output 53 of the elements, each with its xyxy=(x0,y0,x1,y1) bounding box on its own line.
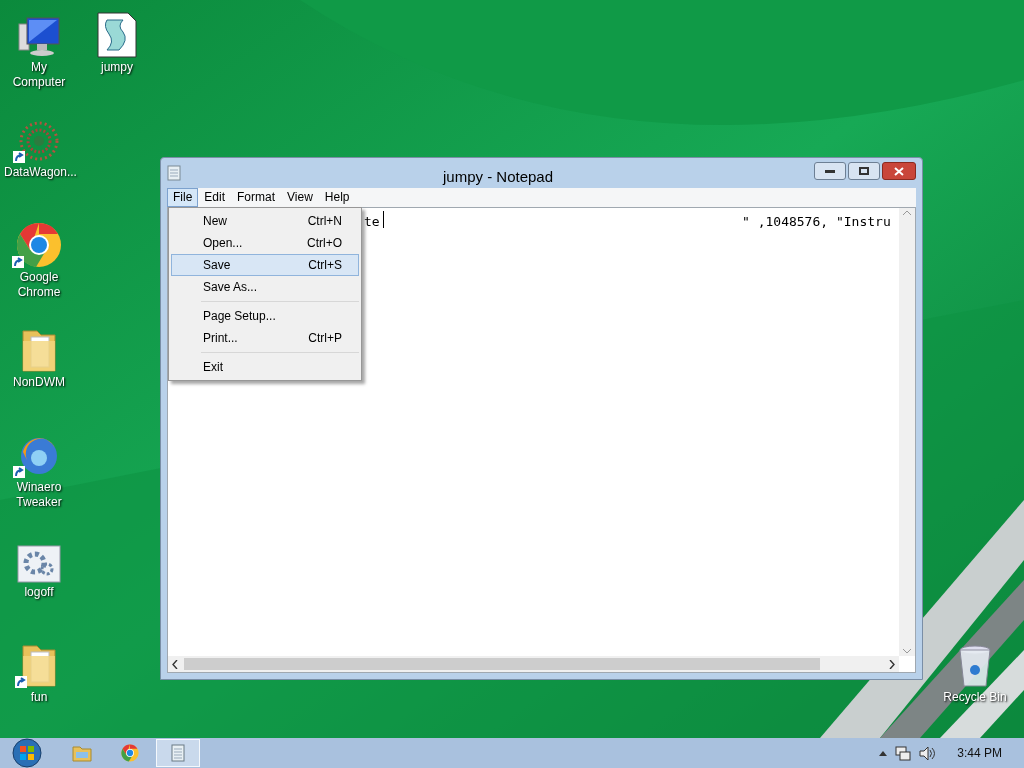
taskbar-button[interactable] xyxy=(156,739,200,767)
icon-label[interactable]: My Computer xyxy=(4,60,74,90)
window-title: jumpy - Notepad xyxy=(443,167,554,187)
icon-label[interactable]: Google Chrome xyxy=(4,270,74,300)
folder-icon xyxy=(19,642,59,688)
menu-item[interactable]: Save Ctrl+S xyxy=(171,254,359,276)
scroll-right-icon[interactable] xyxy=(889,659,895,669)
notepad-icon[interactable] xyxy=(171,744,185,762)
speaker-icon[interactable] xyxy=(919,745,936,761)
recycle-bin-icon xyxy=(957,644,993,688)
menu-item[interactable]: Page Setup... xyxy=(171,305,359,327)
menu-item[interactable]: Open... Ctrl+O xyxy=(171,232,359,254)
scroll-left-icon[interactable] xyxy=(172,659,178,669)
menu-bar-item[interactable]: Help xyxy=(318,188,356,207)
minimize-button[interactable] xyxy=(814,162,846,180)
vertical-scrollbar[interactable] xyxy=(899,208,915,656)
menu-bar-item[interactable]: File xyxy=(167,188,199,207)
icon-label[interactable]: fun xyxy=(4,690,74,705)
icon-label[interactable]: jumpy xyxy=(82,60,152,75)
chrome-icon[interactable] xyxy=(121,744,139,762)
menu-bar-item[interactable]: Format xyxy=(231,188,282,207)
icon-label[interactable]: Winaero Tweaker xyxy=(4,480,74,510)
maximize-icon xyxy=(859,167,869,175)
script-file-icon xyxy=(97,12,137,58)
gear-icon xyxy=(17,545,61,583)
icon-label[interactable]: DataWagon... xyxy=(4,165,74,180)
maximize-button[interactable] xyxy=(848,162,880,180)
scroll-up-icon[interactable] xyxy=(903,210,911,215)
text-line: " ,1048576, "Instru xyxy=(742,213,891,231)
notepad-icon xyxy=(167,165,181,181)
minimize-icon xyxy=(825,169,835,173)
scrollbar-thumb[interactable] xyxy=(184,658,820,670)
icon-label[interactable]: NonDWM xyxy=(4,375,74,390)
menu-item[interactable]: Save As... xyxy=(171,276,359,298)
menu-bar-item[interactable]: Edit xyxy=(198,188,232,207)
close-icon xyxy=(894,166,904,176)
icon-label[interactable]: logoff xyxy=(4,585,74,600)
menu-bar-item[interactable]: View xyxy=(281,188,319,207)
clock[interactable]: 3:44 PM xyxy=(957,744,1002,762)
menu-item[interactable]: New Ctrl+N xyxy=(171,210,359,232)
horizontal-scrollbar[interactable] xyxy=(168,656,899,672)
scroll-down-icon[interactable] xyxy=(903,649,911,654)
dots-icon xyxy=(17,119,61,163)
network-icon[interactable] xyxy=(895,745,912,761)
chrome-icon xyxy=(16,222,62,268)
close-button[interactable] xyxy=(882,162,916,180)
folder-icon xyxy=(19,327,59,373)
text-line: te xyxy=(364,213,380,231)
menu-item[interactable]: Print... Ctrl+P xyxy=(171,327,359,349)
text-cursor xyxy=(383,211,384,228)
computer-icon xyxy=(17,16,61,58)
menu-item[interactable]: Exit xyxy=(171,356,359,378)
show-hidden-icons-icon[interactable] xyxy=(879,750,888,756)
